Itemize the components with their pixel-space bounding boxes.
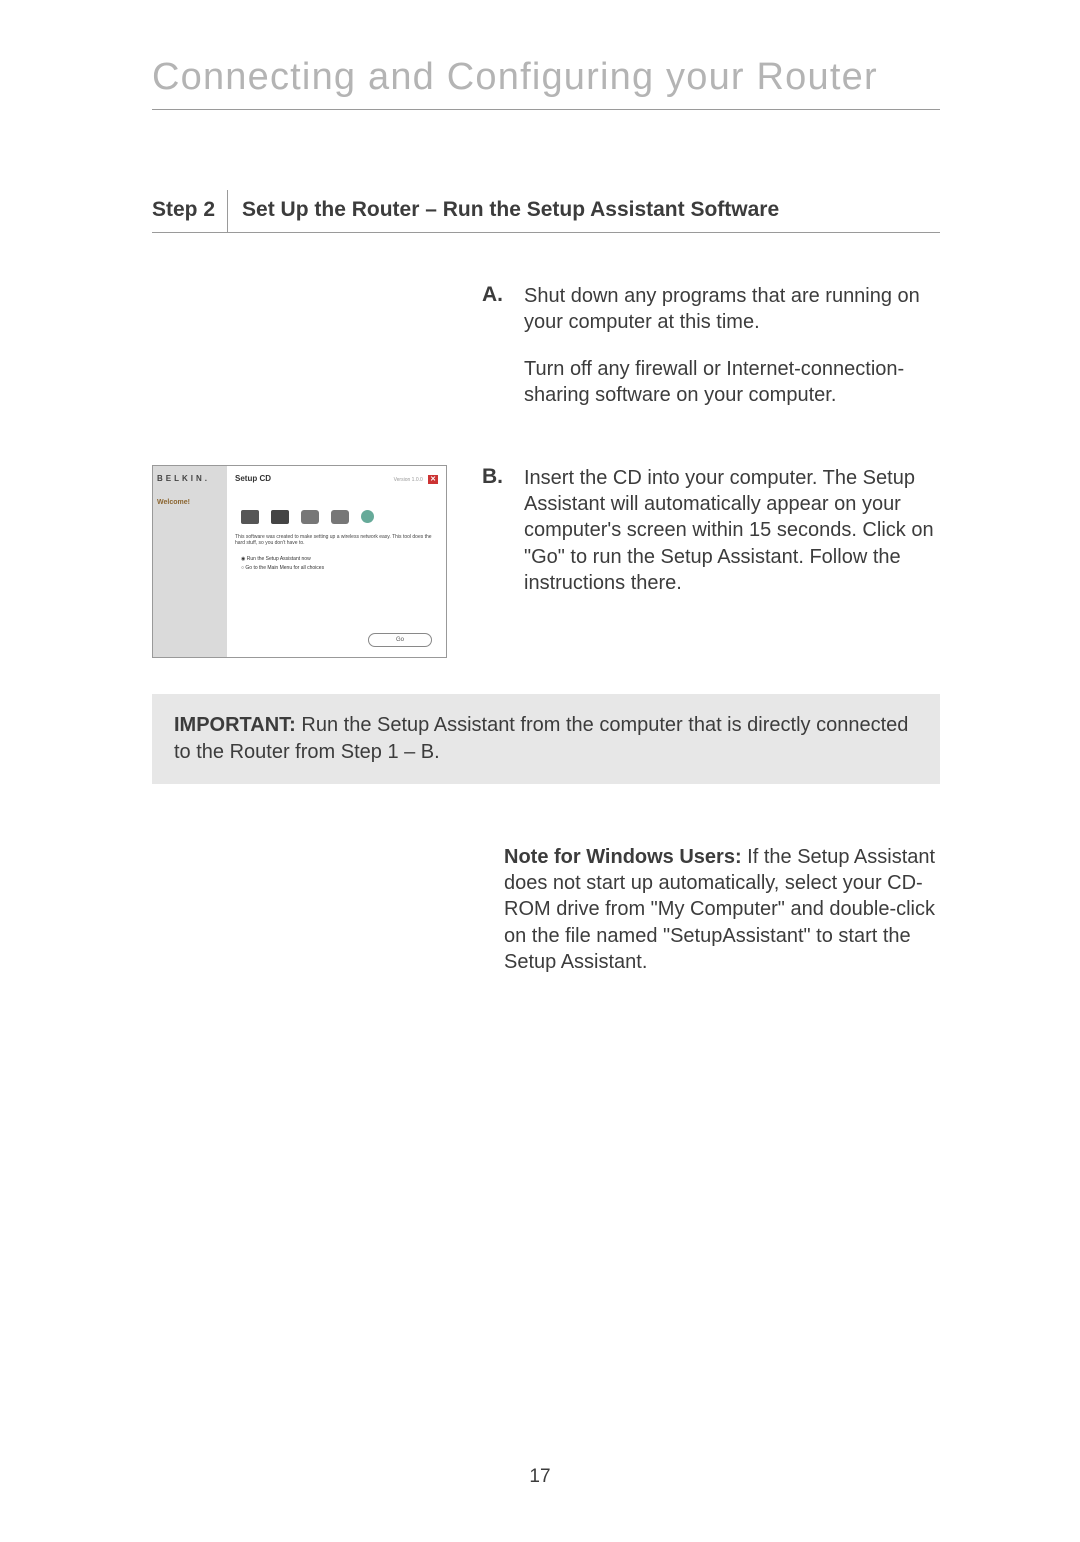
ss-title: Setup CD	[235, 474, 271, 483]
page-title: Connecting and Configuring your Router	[152, 56, 940, 110]
item-b-p1: Insert the CD into your computer. The Se…	[524, 465, 940, 597]
ss-icons-row	[235, 510, 438, 524]
ss-radio1: Run the Setup Assistant now	[247, 556, 311, 562]
ss-radio-options: ◉ Run the Setup Assistant now ○ Go to th…	[235, 555, 438, 573]
ss-globe-icon	[361, 510, 374, 523]
setup-cd-screenshot: BELKIN. Welcome! Setup CD Version 1.0.0 …	[152, 465, 447, 658]
item-b-row: BELKIN. Welcome! Setup CD Version 1.0.0 …	[152, 465, 940, 658]
ss-description: This software was created to make settin…	[235, 534, 438, 547]
ss-welcome-label: Welcome!	[157, 499, 223, 506]
ss-modem-icon	[331, 510, 349, 524]
page-number: 17	[0, 1466, 1080, 1488]
important-label: IMPORTANT:	[174, 714, 296, 736]
item-a-row: A. Shut down any programs that are runni…	[152, 283, 940, 429]
ss-monitor-icon	[241, 510, 259, 524]
step-label: Step 2	[152, 190, 228, 232]
item-a-p1: Shut down any programs that are running …	[524, 283, 940, 336]
item-a-letter: A.	[482, 283, 510, 307]
ss-router-icon	[271, 510, 289, 524]
item-b-text: Insert the CD into your computer. The Se…	[524, 465, 940, 617]
item-a-text: Shut down any programs that are running …	[524, 283, 940, 429]
item-a-p2: Turn off any firewall or Internet-connec…	[524, 356, 940, 409]
ss-close-icon: ✕	[428, 475, 438, 484]
important-box: IMPORTANT: Run the Setup Assistant from …	[152, 694, 940, 784]
ss-wave-icon	[301, 510, 319, 524]
note-label: Note for Windows Users:	[504, 846, 742, 868]
windows-note: Note for Windows Users: If the Setup Ass…	[504, 844, 940, 976]
step-title: Set Up the Router – Run the Setup Assist…	[228, 190, 779, 232]
ss-radio2: Go to the Main Menu for all choices	[245, 565, 324, 571]
ss-go-button: Go	[368, 633, 432, 647]
ss-brand: BELKIN.	[157, 474, 223, 483]
item-b-letter: B.	[482, 465, 510, 489]
ss-version: Version 1.0.0	[394, 477, 423, 483]
step-header: Step 2 Set Up the Router – Run the Setup…	[152, 190, 940, 233]
